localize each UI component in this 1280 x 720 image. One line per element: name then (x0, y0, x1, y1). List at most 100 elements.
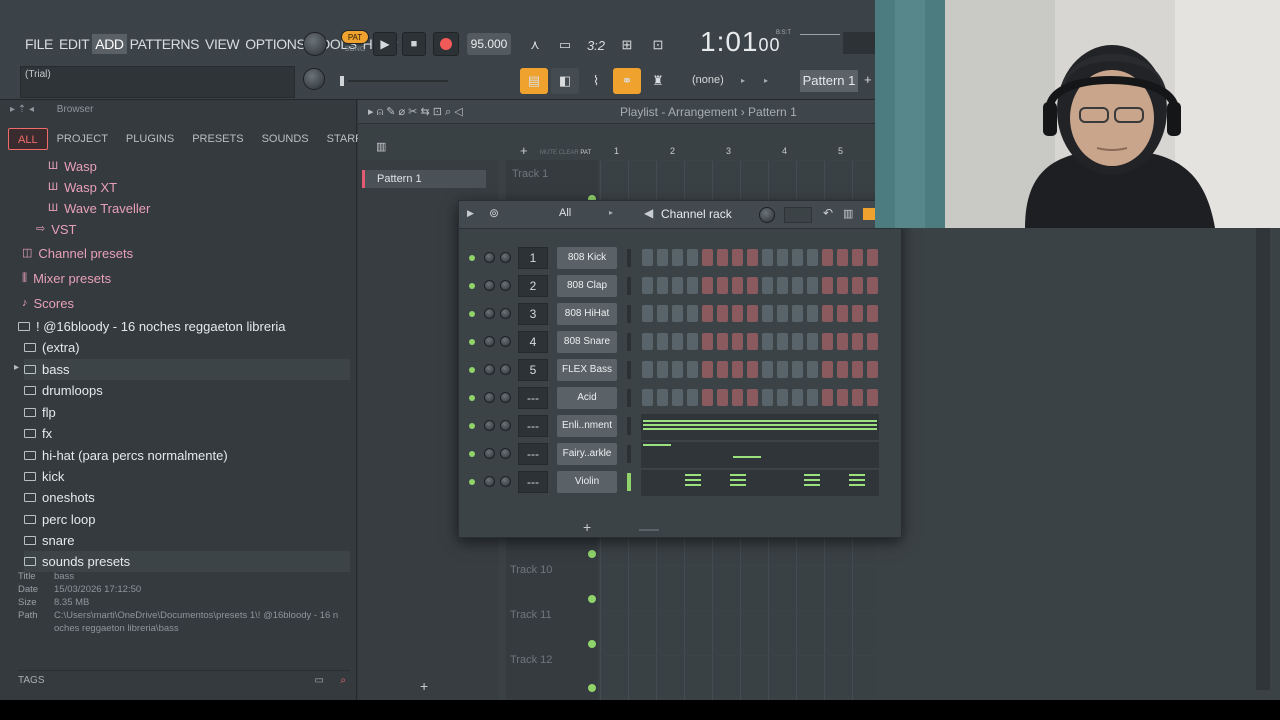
step-button[interactable] (732, 277, 743, 294)
step-button[interactable] (792, 277, 803, 294)
step-button[interactable] (702, 277, 713, 294)
channel-mixer-track[interactable]: --- (518, 471, 548, 493)
master-pitch-knob[interactable] (303, 68, 325, 90)
step-button[interactable] (762, 361, 773, 378)
browser-item[interactable]: drumloops (24, 380, 103, 401)
step-button[interactable] (777, 389, 788, 406)
step-button[interactable] (822, 249, 833, 266)
browser-item[interactable]: snare (24, 530, 75, 551)
step-button[interactable] (687, 305, 698, 322)
mixer-icon[interactable]: ⌇ (582, 68, 610, 94)
track-11-mute-led[interactable] (588, 640, 596, 648)
step-button[interactable] (837, 361, 848, 378)
channel-mixer-track[interactable]: 5 (518, 359, 548, 381)
browser-item[interactable]: Ш Wasp XT (48, 177, 117, 198)
mini-piano-roll[interactable] (641, 470, 879, 496)
step-button[interactable] (852, 333, 863, 350)
step-button[interactable] (807, 389, 818, 406)
step-button[interactable] (702, 389, 713, 406)
browser-item[interactable]: oneshots (24, 487, 95, 508)
step-button[interactable] (777, 361, 788, 378)
step-button[interactable] (717, 389, 728, 406)
mini-piano-roll[interactable] (641, 442, 879, 468)
track-label-10[interactable]: Track 10 (510, 564, 552, 576)
step-button[interactable] (702, 249, 713, 266)
track-10-mute-led[interactable] (588, 595, 596, 603)
step-button[interactable] (657, 333, 668, 350)
step-button[interactable] (687, 249, 698, 266)
master-volume-knob[interactable] (303, 32, 327, 56)
channel-name-button[interactable]: FLEX Bass (557, 359, 617, 381)
channel-volume-knob[interactable] (500, 392, 511, 403)
step-button[interactable] (837, 277, 848, 294)
playlist-tool-icons[interactable]: ▸ ⍝ ✎ ⌀ ✂ ⇆ ⊡ ⌕ ◁ (368, 105, 463, 119)
step-button[interactable] (807, 361, 818, 378)
step-button[interactable] (822, 277, 833, 294)
channel-pan-knob[interactable] (484, 252, 495, 263)
step-button[interactable] (657, 389, 668, 406)
step-button[interactable] (867, 333, 878, 350)
channel-pan-knob[interactable] (484, 392, 495, 403)
menu-patterns[interactable]: PATTERNS (127, 34, 202, 54)
tempo-display[interactable]: 95.000 (467, 33, 511, 55)
step-button[interactable] (717, 361, 728, 378)
channel-mixer-track[interactable]: 2 (518, 275, 548, 297)
step-button[interactable] (852, 305, 863, 322)
track-12-mute-led[interactable] (588, 684, 596, 692)
step-button[interactable] (747, 305, 758, 322)
step-button[interactable] (807, 249, 818, 266)
step-button[interactable] (642, 249, 653, 266)
channel-volume-knob[interactable] (500, 420, 511, 431)
step-button[interactable] (642, 361, 653, 378)
piano-icon[interactable]: ▥ (376, 140, 386, 153)
step-sequencer[interactable] (642, 333, 882, 350)
step-button[interactable] (792, 249, 803, 266)
master-pitch-slider[interactable] (348, 80, 448, 82)
step-button[interactable] (747, 361, 758, 378)
step-button[interactable] (852, 249, 863, 266)
add-channel-button[interactable]: + (583, 519, 591, 535)
menu-file[interactable]: FILE (22, 34, 56, 54)
step-sequencer[interactable] (642, 305, 882, 322)
step-button[interactable] (777, 305, 788, 322)
undo-icon[interactable]: ↶ (823, 206, 833, 220)
step-edit-icon[interactable]: ⊞ (613, 32, 641, 58)
channel-volume-knob[interactable] (500, 448, 511, 459)
step-button[interactable] (657, 277, 668, 294)
step-button[interactable] (702, 361, 713, 378)
step-button[interactable] (837, 389, 848, 406)
step-button[interactable] (867, 389, 878, 406)
step-button[interactable] (867, 361, 878, 378)
channel-volume-knob[interactable] (500, 308, 511, 319)
channel-select-indicator[interactable] (627, 305, 631, 323)
step-button[interactable] (837, 249, 848, 266)
step-button[interactable] (732, 333, 743, 350)
step-button[interactable] (687, 361, 698, 378)
step-button[interactable] (867, 277, 878, 294)
metronome-icon[interactable]: ⋏ (521, 32, 549, 58)
channel-select-indicator[interactable] (627, 389, 631, 407)
step-button[interactable] (867, 249, 878, 266)
step-button[interactable] (732, 361, 743, 378)
channel-mixer-track[interactable]: --- (518, 415, 548, 437)
channel-volume-knob[interactable] (500, 364, 511, 375)
menu-edit[interactable]: EDIT (56, 34, 92, 54)
channel-mute-led[interactable] (469, 339, 475, 345)
step-button[interactable] (732, 249, 743, 266)
browser-item[interactable]: flp (24, 402, 56, 423)
step-button[interactable] (837, 333, 848, 350)
chevron-right-icon[interactable]: ▸ (764, 76, 768, 85)
song-mode-label[interactable]: SONG (341, 46, 369, 56)
step-button[interactable] (822, 305, 833, 322)
piano-roll-icon[interactable]: ◧ (551, 68, 579, 94)
channel-pan-knob[interactable] (484, 336, 495, 347)
channel-mixer-track[interactable]: --- (518, 443, 548, 465)
playlist-scrollbar[interactable] (1256, 228, 1270, 690)
playlist-grid-extended[interactable] (875, 228, 1280, 700)
browser-item[interactable]: ◫ Channel presets (22, 243, 133, 264)
tab-plugins[interactable]: PLUGINS (117, 128, 183, 150)
step-button[interactable] (717, 277, 728, 294)
channel-mixer-track[interactable]: --- (518, 387, 548, 409)
step-button[interactable] (777, 333, 788, 350)
channel-name-button[interactable]: Fairy..arkle (557, 443, 617, 465)
